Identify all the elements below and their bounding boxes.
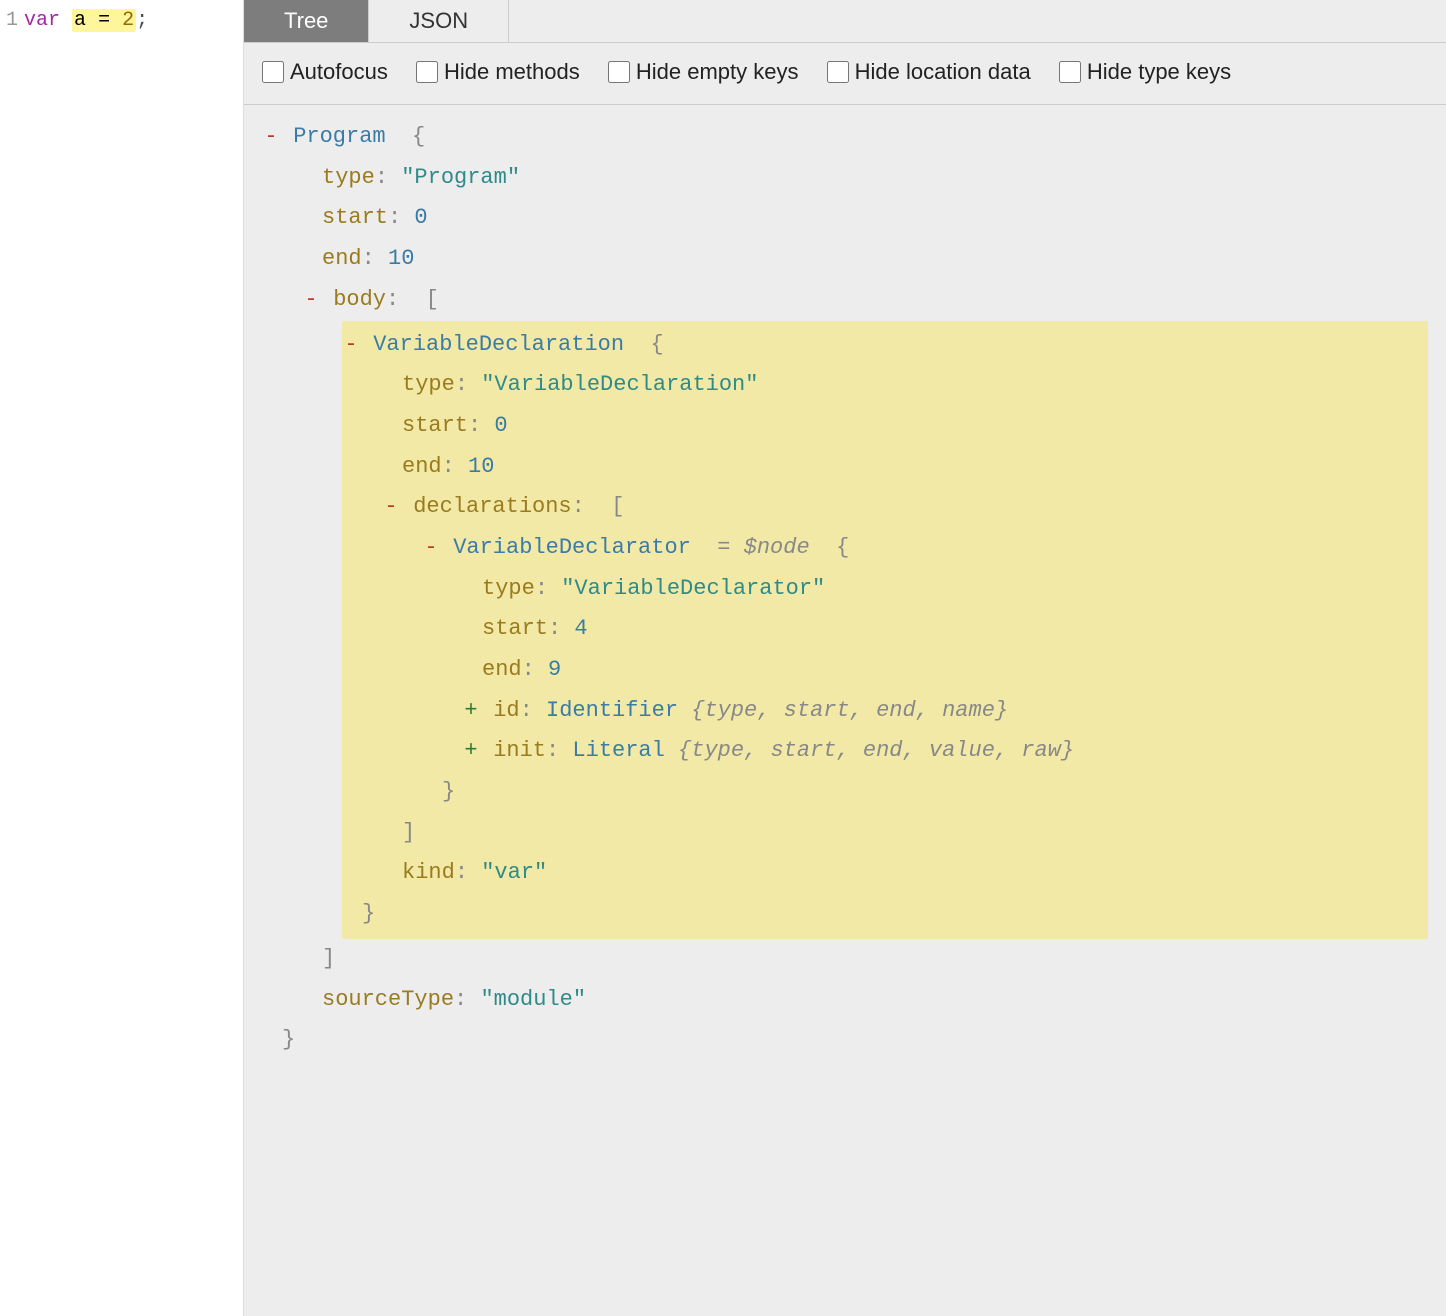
close-brace: } bbox=[342, 772, 1418, 813]
tab-bar: Tree JSON bbox=[244, 0, 1446, 43]
node-name: Program bbox=[293, 124, 385, 149]
options-bar: Autofocus Hide methods Hide empty keys H… bbox=[244, 43, 1446, 105]
minus-icon[interactable]: - bbox=[302, 280, 320, 321]
prop-declarations-header[interactable]: - declarations: [ bbox=[342, 487, 1418, 528]
checkbox-hide-type-keys[interactable] bbox=[1059, 61, 1081, 83]
tab-tree[interactable]: Tree bbox=[244, 0, 369, 42]
line-number: 1 bbox=[0, 6, 24, 36]
prop-id-collapsed[interactable]: + id: Identifier {type, start, end, name… bbox=[342, 691, 1418, 732]
editor-selection: a = 2 bbox=[72, 9, 136, 32]
option-hide-empty-keys[interactable]: Hide empty keys bbox=[608, 53, 799, 90]
close-bracket: ] bbox=[262, 939, 1428, 980]
option-hide-location-data[interactable]: Hide location data bbox=[827, 53, 1031, 90]
prop-sourcetype: sourceType: "module" bbox=[262, 980, 1428, 1021]
prop-kind: kind: "var" bbox=[342, 853, 1418, 894]
close-brace: } bbox=[262, 1020, 1428, 1061]
prop-body-header[interactable]: - body: [ bbox=[262, 280, 1428, 321]
prop-end: end: 9 bbox=[342, 650, 1418, 691]
checkbox-hide-empty-keys[interactable] bbox=[608, 61, 630, 83]
plus-icon[interactable]: + bbox=[462, 731, 480, 772]
prop-type: type: "Program" bbox=[262, 158, 1428, 199]
tab-json[interactable]: JSON bbox=[369, 0, 509, 42]
minus-icon[interactable]: - bbox=[422, 528, 440, 569]
node-vardeclr-header[interactable]: - VariableDeclarator = $node { bbox=[342, 528, 1418, 569]
node-vardecl-header[interactable]: - VariableDeclaration { bbox=[342, 325, 1418, 366]
prop-type: type: "VariableDeclarator" bbox=[342, 569, 1418, 610]
dollar-node: $node bbox=[744, 535, 810, 560]
option-hide-methods[interactable]: Hide methods bbox=[416, 53, 580, 90]
prop-init-collapsed[interactable]: + init: Literal {type, start, end, value… bbox=[342, 731, 1418, 772]
tree-view[interactable]: - Program { type: "Program" start: 0 end… bbox=[244, 105, 1446, 1316]
close-bracket: ] bbox=[342, 813, 1418, 854]
node-program-header[interactable]: - Program { bbox=[262, 117, 1428, 158]
code-editor[interactable]: 1 var a = 2; bbox=[0, 0, 244, 1316]
option-hide-type-keys[interactable]: Hide type keys bbox=[1059, 53, 1231, 90]
option-autofocus[interactable]: Autofocus bbox=[262, 53, 388, 90]
minus-icon[interactable]: - bbox=[262, 117, 280, 158]
token-semi: ; bbox=[136, 9, 148, 32]
prop-end: end: 10 bbox=[262, 239, 1428, 280]
code-line: 1 var a = 2; bbox=[0, 6, 243, 36]
minus-icon[interactable]: - bbox=[342, 325, 360, 366]
checkbox-autofocus[interactable] bbox=[262, 61, 284, 83]
prop-type: type: "VariableDeclaration" bbox=[342, 365, 1418, 406]
prop-start: start: 0 bbox=[342, 406, 1418, 447]
plus-icon[interactable]: + bbox=[462, 691, 480, 732]
prop-start: start: 4 bbox=[342, 609, 1418, 650]
close-brace: } bbox=[342, 894, 1418, 935]
highlighted-ast-block: - VariableDeclaration { type: "VariableD… bbox=[342, 321, 1428, 939]
prop-end: end: 10 bbox=[342, 447, 1418, 488]
prop-start: start: 0 bbox=[262, 198, 1428, 239]
checkbox-hide-methods[interactable] bbox=[416, 61, 438, 83]
code-content[interactable]: var a = 2; bbox=[24, 6, 148, 36]
ast-panel: Tree JSON Autofocus Hide methods Hide em… bbox=[244, 0, 1446, 1316]
minus-icon[interactable]: - bbox=[382, 487, 400, 528]
checkbox-hide-location-data[interactable] bbox=[827, 61, 849, 83]
token-keyword: var bbox=[24, 9, 60, 32]
